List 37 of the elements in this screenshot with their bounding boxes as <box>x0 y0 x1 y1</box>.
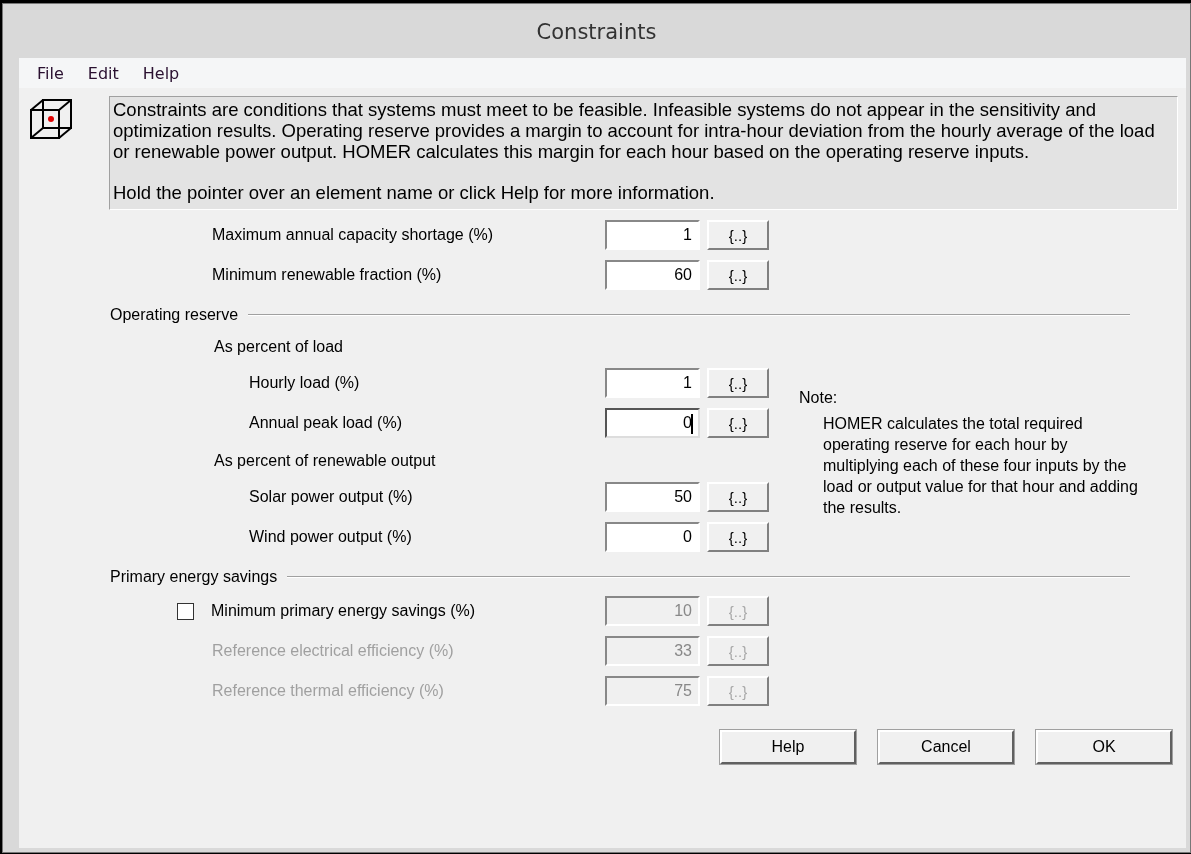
field-label: Reference electrical efficiency (%) <box>211 642 455 660</box>
field-label: Minimum primary energy savings (%) <box>210 602 477 620</box>
input-field[interactable]: 60 <box>605 260 700 290</box>
group-heading: As percent of load <box>214 338 344 356</box>
edit-button[interactable]: {..} <box>707 408 769 438</box>
input-field[interactable]: 1 <box>605 220 700 250</box>
edit-button[interactable]: {..} <box>707 522 769 552</box>
input-field[interactable]: 0 <box>605 408 700 438</box>
edit-button[interactable]: {..} <box>707 220 769 250</box>
input-field[interactable]: 0 <box>605 522 700 552</box>
section-heading: Primary energy savings <box>110 568 279 586</box>
input-field[interactable]: 1 <box>605 368 700 398</box>
edit-button[interactable]: {..} <box>707 368 769 398</box>
edit-button[interactable]: {..} <box>707 260 769 290</box>
field-label: Maximum annual capacity shortage (%) <box>211 226 494 244</box>
input-field[interactable]: 50 <box>605 482 700 512</box>
menu-item[interactable]: Help <box>142 61 180 85</box>
dialog-button[interactable]: Help <box>720 730 856 764</box>
description-text: Hold the pointer over an element name or click Help for more information. <box>113 182 716 203</box>
field-label: Minimum renewable fraction (%) <box>211 266 443 284</box>
group-heading: As percent of renewable output <box>214 452 437 470</box>
field-label: Wind power output (%) <box>248 528 413 546</box>
field-label: Annual peak load (%) <box>248 414 403 432</box>
field-label: Hourly load (%) <box>248 374 361 392</box>
description-text: Constraints are conditions that systems must meet to be feasible. Infeasible systems do not appear in the sensitivity and optimization results. Operating reserve provides a margin to account for intra-hour deviation from the hourly average of the load or renewable power output. HOMER calculates this margin for each hour based on the operating reserve inputs. <box>113 99 1156 162</box>
menu-item[interactable]: File <box>37 61 64 85</box>
field-label: Solar power output (%) <box>248 488 414 506</box>
dialog-button[interactable]: Cancel <box>878 730 1014 764</box>
cube-icon <box>29 98 73 140</box>
menu-item[interactable]: Edit <box>87 61 119 85</box>
field-label: Reference thermal efficiency (%) <box>211 682 445 700</box>
section-heading: Operating reserve <box>110 306 240 324</box>
note-title: Note: <box>799 389 839 407</box>
note-text: HOMER calculates the total required operating reserve for each hour by multiplying each of these four inputs by the load or output value for that hour and adding the results. <box>823 414 1139 518</box>
dialog-button[interactable]: OK <box>1036 730 1172 764</box>
edit-button[interactable]: {..} <box>707 482 769 512</box>
window-title: Constraints <box>535 19 658 46</box>
